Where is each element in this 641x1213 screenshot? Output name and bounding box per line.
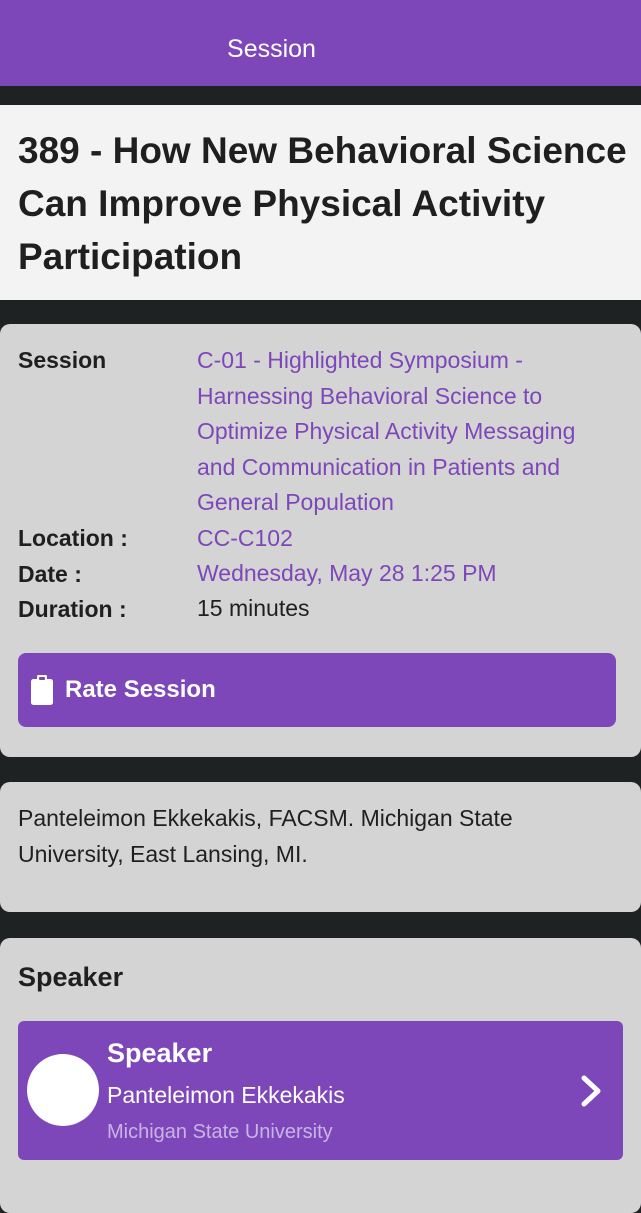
location-link[interactable]: CC-C102: [197, 521, 617, 557]
session-label: Session: [18, 347, 107, 373]
rate-session-button[interactable]: Rate Session: [18, 653, 616, 727]
speaker-name: Panteleimon Ekkekakis: [107, 1082, 345, 1108]
header-title: Session: [227, 35, 316, 63]
date-link[interactable]: Wednesday, May 28 1:25 PM: [197, 556, 617, 592]
date-label: Date :: [18, 561, 82, 587]
speaker-card-button[interactable]: Speaker Panteleimon Ekkekakis Michigan S…: [18, 1021, 623, 1160]
session-title: 389 - How New Behavioral Science Can Imp…: [18, 130, 627, 277]
rate-session-label: Rate Session: [65, 676, 216, 703]
avatar: [27, 1054, 99, 1126]
duration-value: 15 minutes: [197, 595, 310, 621]
chevron-right-icon: [581, 1075, 601, 1107]
location-label: Location :: [18, 525, 128, 551]
affiliation-text: Panteleimon Ekkekakis, FACSM. Michigan S…: [18, 805, 513, 867]
speaker-section-heading: Speaker: [18, 962, 124, 992]
session-track-link[interactable]: C-01 - Highlighted Symposium - Harnessin…: [197, 343, 617, 521]
app-header: Session: [0, 0, 641, 86]
duration-label: Duration :: [18, 596, 127, 622]
clipboard-icon: [31, 675, 53, 705]
speaker-role: Speaker: [107, 1038, 213, 1068]
speaker-organization: Michigan State University: [107, 1121, 333, 1143]
